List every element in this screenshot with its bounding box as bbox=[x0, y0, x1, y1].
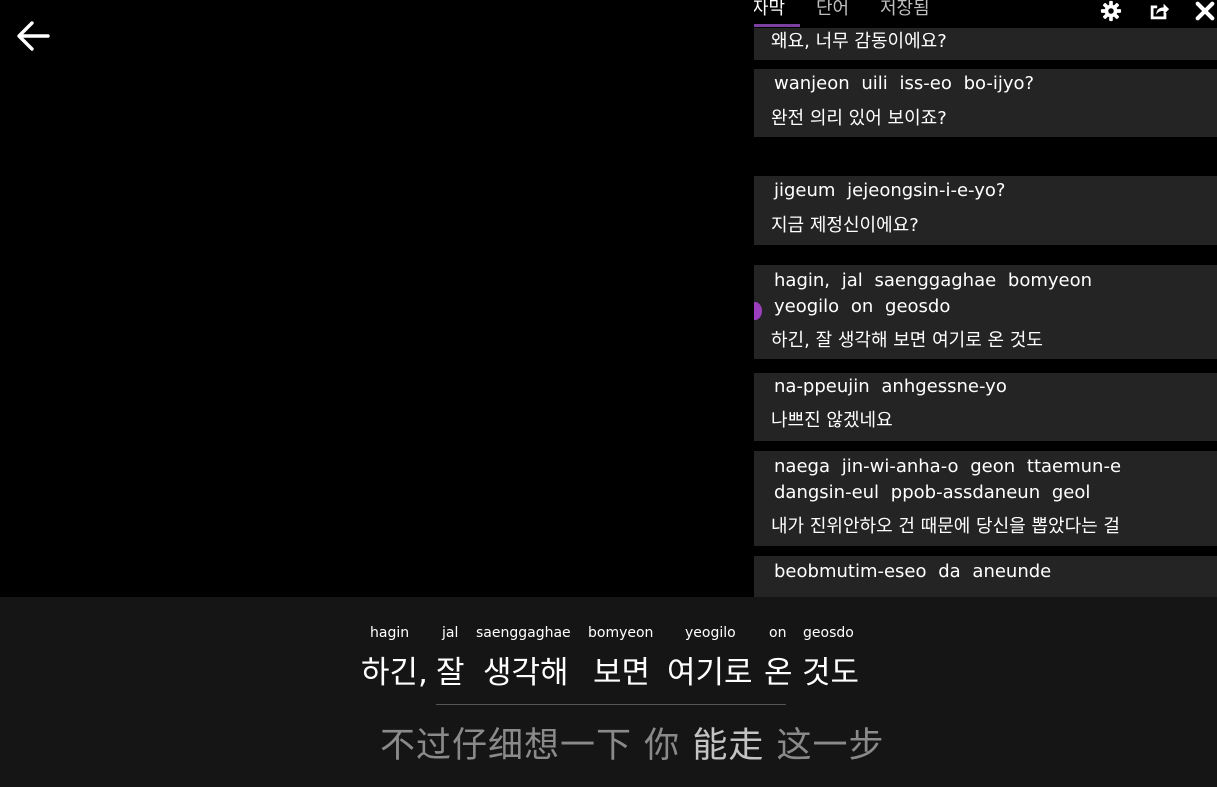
romanization-row: hagin jal saenggaghae bomyeon yeogilo on… bbox=[0, 625, 1217, 649]
translation-segment: 能走 bbox=[692, 726, 765, 766]
subtitle-korean: 지금 제정신이에요? bbox=[771, 215, 919, 236]
word-gloss: hagin bbox=[370, 625, 410, 641]
subtitle-panel: 자막 단어 저장됨 왜요, 너무 감동이에요? wanjeon uili iss… bbox=[754, 0, 1217, 597]
share-icon bbox=[1150, 3, 1170, 20]
word-gloss: geosdo bbox=[803, 625, 854, 641]
subtitle-word[interactable]: 보면 bbox=[593, 647, 650, 692]
word-gloss: yeogilo bbox=[685, 625, 736, 641]
translation-segment: 你 bbox=[644, 726, 681, 766]
subtitle-card[interactable]: naega jin-wi-anha-o geon ttaemun-e dangs… bbox=[754, 451, 1217, 546]
subtitle-romanized: hagin, jal saenggaghae bomyeon bbox=[774, 270, 1093, 291]
subtitle-korean: 하긴, 잘 생각해 보면 여기로 온 것도 bbox=[771, 330, 1043, 351]
subtitle-romanized: beobmutim-eseo da aneunde bbox=[774, 561, 1052, 582]
close-button[interactable] bbox=[1194, 0, 1216, 22]
tab-words[interactable]: 단어 bbox=[816, 0, 849, 26]
tab-bar: 자막 단어 저장됨 bbox=[754, 0, 1217, 29]
close-icon bbox=[1195, 1, 1215, 21]
subtitle-word[interactable]: 잘 bbox=[436, 647, 465, 692]
subtitle-card[interactable]: jigeum jejeongsin-i-e-yo? 지금 제정신이에요? bbox=[754, 176, 1217, 245]
tab-subtitles[interactable]: 자막 bbox=[754, 0, 800, 27]
subtitle-card[interactable]: 왜요, 너무 감동이에요? bbox=[754, 28, 1217, 60]
korean-subtitle-line: 하긴, 잘 생각해 보면 여기로 온 것도 bbox=[0, 647, 1217, 691]
translation-segment: 这一步 bbox=[776, 726, 885, 766]
subtitle-korean: 왜요, 너무 감동이에요? bbox=[771, 31, 947, 52]
gear-icon bbox=[1100, 0, 1122, 22]
subtitle-divider bbox=[436, 704, 786, 705]
subtitle-word[interactable]: 하긴, bbox=[361, 647, 428, 692]
current-line-marker bbox=[754, 302, 762, 320]
share-button[interactable] bbox=[1148, 0, 1170, 22]
tab-words-label: 단어 bbox=[816, 0, 850, 19]
back-button[interactable] bbox=[14, 18, 54, 54]
subtitle-word[interactable]: 것도 bbox=[802, 647, 859, 692]
subtitle-korean: 나쁘진 않겠네요 bbox=[771, 410, 893, 431]
arrow-left-icon bbox=[17, 21, 50, 51]
word-gloss: saenggaghae bbox=[476, 625, 571, 641]
subtitle-romanized: naega jin-wi-anha-o geon ttaemun-e bbox=[774, 456, 1122, 477]
subtitle-card-current[interactable]: hagin, jal saenggaghae bomyeon yeogilo o… bbox=[754, 265, 1217, 359]
subtitle-card[interactable]: na-ppeujin anhgessne-yo 나쁘진 않겠네요 bbox=[754, 373, 1217, 441]
subtitle-word[interactable]: 생각해 bbox=[483, 647, 569, 692]
subtitle-card[interactable]: wanjeon uili iss-eo bo-ijyo? 완전 의리 있어 보이… bbox=[754, 69, 1217, 137]
translation-segment: 不过仔细想一下 bbox=[380, 726, 633, 766]
word-gloss: bomyeon bbox=[588, 625, 654, 641]
subtitle-display: hagin jal saenggaghae bomyeon yeogilo on… bbox=[0, 597, 1217, 787]
subtitle-romanized: na-ppeujin anhgessne-yo bbox=[774, 376, 1007, 397]
subtitle-card[interactable]: beobmutim-eseo da aneunde bbox=[754, 556, 1217, 597]
subtitle-word[interactable]: 여기로 bbox=[667, 647, 753, 692]
subtitle-romanized: jigeum jejeongsin-i-e-yo? bbox=[774, 180, 1006, 201]
subtitle-korean: 내가 진위안하오 건 때문에 당신을 뽑았다는 걸 bbox=[771, 516, 1120, 537]
tab-subtitles-label: 자막 bbox=[754, 0, 786, 19]
word-gloss: on bbox=[769, 625, 787, 641]
subtitle-romanized: dangsin-eul ppob-assdaneun geol bbox=[774, 482, 1091, 503]
subtitle-korean: 완전 의리 있어 보이죠? bbox=[771, 108, 947, 129]
translation-line: 不过仔细想一下 你 能走 这一步 bbox=[380, 717, 884, 768]
active-tab-indicator bbox=[754, 24, 800, 27]
tab-saved-label: 저장됨 bbox=[880, 0, 930, 19]
settings-button[interactable] bbox=[1100, 0, 1122, 22]
subtitle-word[interactable]: 온 bbox=[764, 647, 793, 692]
tab-saved[interactable]: 저장됨 bbox=[880, 0, 930, 26]
word-gloss: jal bbox=[442, 625, 459, 641]
subtitle-romanized: yeogilo on geosdo bbox=[774, 296, 951, 317]
subtitle-romanized: wanjeon uili iss-eo bo-ijyo? bbox=[774, 73, 1035, 94]
